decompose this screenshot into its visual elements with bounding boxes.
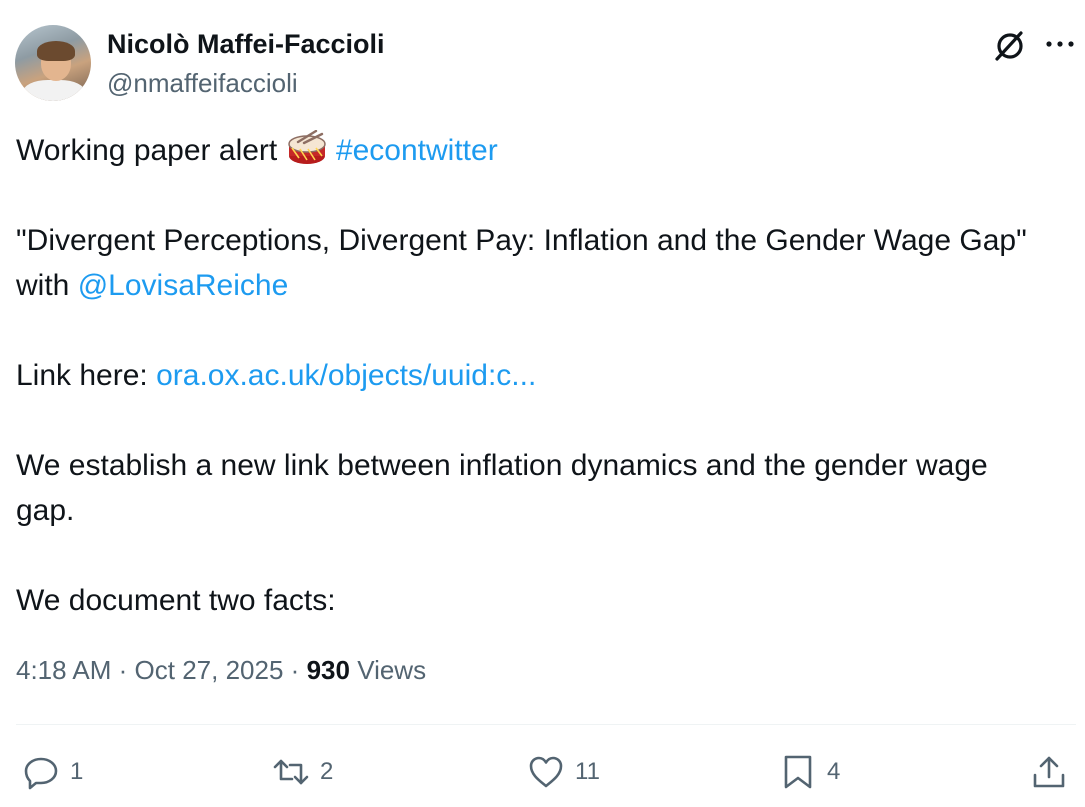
repost-count: 2 [320,758,334,785]
hashtag-link[interactable]: #econtwitter [336,134,498,167]
grok-icon[interactable] [990,26,1030,66]
like-count: 11 [575,758,600,785]
tweet-meta: 4:18 AM · Oct 27, 2025 · 930 Views [16,655,426,686]
link-label: Link here: [16,359,148,392]
share-icon [1033,756,1065,788]
like-button[interactable]: 11 [527,750,600,794]
tweet-text-link-line: Link here: ora.ox.ac.uk/objects/uuid:c..… [16,353,536,398]
repost-button[interactable]: 2 [272,750,333,794]
like-icon [529,756,563,788]
drum-emoji [287,130,326,164]
tweet-text-line-1: Working paper alert #econtwitter [16,128,498,173]
repost-icon [273,759,309,785]
views-label: Views [357,655,427,685]
reply-count: 1 [70,758,84,785]
share-button[interactable] [1030,750,1068,794]
tweet-paragraph-line-1: We establish a new link between inflatio… [16,449,988,482]
bookmark-button[interactable]: 4 [779,750,840,794]
avatar[interactable] [15,25,91,101]
meta-separator: · [118,655,128,685]
reply-icon [24,757,58,790]
reply-button[interactable]: 1 [22,750,83,794]
more-icon[interactable] [1040,26,1080,66]
tweet-date[interactable]: Oct 27, 2025 [135,655,284,685]
author-display-name[interactable]: Nicolò Maffei-Faccioli [107,29,385,60]
views-count: 930 [306,655,350,685]
tweet-time[interactable]: 4:18 AM [16,655,111,685]
meta-separator: · [290,655,300,685]
tweet-paragraph-line-2: gap. [16,494,75,527]
tweet-text-with-line: with @LovisaReiche [16,263,288,308]
bookmark-count: 4 [827,758,841,785]
tweet-paragraph-last: We document two facts: [16,584,336,617]
divider [16,724,1076,725]
with-text: with [16,269,70,302]
mention-link[interactable]: @LovisaReiche [78,269,289,302]
author-handle[interactable]: @nmaffeifaccioli [107,68,298,99]
tweet-card: Nicolò Maffei-Faccioli @nmaffeifaccioli … [0,0,1085,807]
tweet-intro-text: Working paper alert [16,134,278,167]
bookmark-icon [784,755,812,789]
paper-url-link[interactable]: ora.ox.ac.uk/objects/uuid:c... [156,359,536,392]
paper-title-text: "Divergent Perceptions, Divergent Pay: I… [16,224,1027,257]
